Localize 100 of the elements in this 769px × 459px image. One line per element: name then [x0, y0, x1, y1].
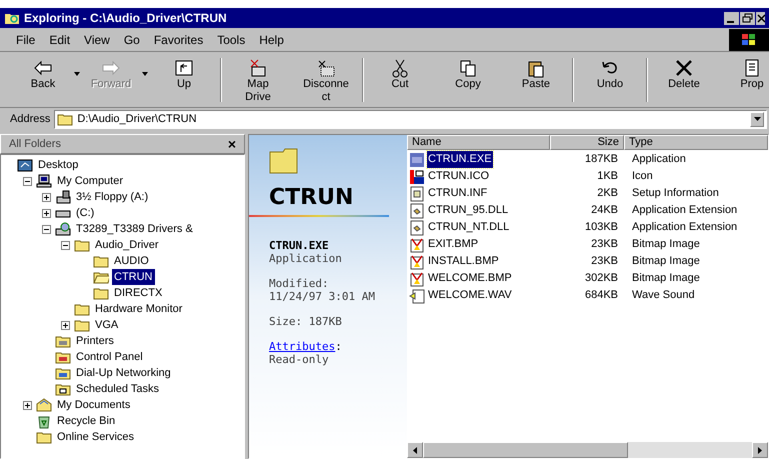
tree-item[interactable]: 3½ Floppy (A:) [74, 189, 150, 205]
collapse-icon[interactable] [61, 240, 70, 250]
up-icon [173, 58, 195, 78]
close-icon[interactable] [756, 12, 765, 24]
file-name-cell[interactable]: WELCOME.WAV [427, 287, 513, 304]
delete-icon [673, 58, 695, 78]
sound-file-icon [409, 288, 425, 304]
expand-icon[interactable] [61, 320, 70, 330]
computer-icon [36, 173, 52, 189]
file-name-cell[interactable]: CTRUN.EXE [427, 151, 493, 168]
dropdown-icon[interactable] [754, 117, 760, 121]
size-cell-text: 23KB [590, 254, 619, 270]
type-cell-text: Application Extension [631, 203, 738, 218]
size-cell-text: 187KB [584, 152, 619, 168]
size-cell-text: 103KB [584, 220, 619, 236]
paint-file-icon [409, 270, 425, 286]
expand-icon[interactable] [42, 208, 51, 218]
file-name-cell[interactable]: WELCOME.BMP [427, 270, 513, 287]
menu-item[interactable]: Help [259, 30, 284, 48]
paint-file-icon [409, 254, 425, 270]
tree-item[interactable]: My Computer [55, 173, 126, 189]
horizontal-scrollbar[interactable] [407, 442, 768, 458]
size-cell-text: 23KB [590, 237, 619, 252]
toolbar-button[interactable]: Up [150, 58, 218, 91]
documents-folder-icon [36, 397, 52, 413]
menu-item[interactable]: Favorites [154, 30, 204, 48]
program-icon [409, 152, 425, 168]
tree-item[interactable]: AUDIO [112, 253, 151, 269]
back-icon [32, 58, 54, 78]
column-header[interactable]: Name [407, 135, 550, 150]
tree-item[interactable]: Desktop [36, 157, 80, 173]
expand-icon[interactable] [42, 192, 51, 202]
library-file-icon [409, 220, 425, 236]
caret-icon[interactable] [74, 72, 80, 76]
file-name-cell[interactable]: EXIT.BMP [427, 236, 480, 253]
menu-item[interactable]: Go [124, 30, 140, 48]
tree-item[interactable]: Printers [74, 333, 116, 349]
menu-item[interactable]: Tools [217, 30, 246, 48]
toolbar-button[interactable]: Back [14, 58, 82, 91]
menu-item[interactable]: Edit [49, 30, 70, 48]
menu-item[interactable]: View [84, 30, 110, 48]
file-name-cell[interactable]: CTRUN.INF [427, 185, 488, 202]
toolbar-button[interactable]: Cut [366, 58, 434, 91]
explorer-icon [4, 11, 20, 25]
toolbar-button[interactable]: Undo [576, 58, 644, 91]
type-cell-text: Icon [631, 169, 653, 184]
folder-heading: CTRUN [269, 185, 354, 211]
close-pane-button[interactable]: × [228, 137, 236, 151]
type-cell-text: Setup Information [631, 186, 719, 202]
tree-item[interactable]: Hardware Monitor [93, 301, 184, 317]
toolbar-button[interactable]: Paste [502, 58, 570, 91]
paint-file-icon [409, 236, 425, 252]
column-header[interactable]: Size [550, 135, 624, 150]
scroll-left-icon[interactable] [413, 446, 417, 454]
toolbar-button[interactable]: Delete [650, 58, 718, 91]
type-cell-text: Wave Sound [631, 288, 695, 304]
address-label: Address [10, 112, 50, 127]
restore-icon[interactable] [740, 12, 755, 24]
type-cell-text: Bitmap Image [631, 271, 700, 286]
collapse-icon[interactable] [42, 224, 51, 234]
expand-icon[interactable] [23, 400, 32, 410]
attributes-value: Read-only [269, 353, 330, 366]
collapse-icon[interactable] [23, 176, 32, 186]
tree-item[interactable]: (C:) [74, 205, 96, 221]
attributes-link[interactable]: Attributes [269, 340, 336, 353]
tree-item[interactable]: DIRECTX [112, 285, 164, 301]
tree-item[interactable]: Online Services [55, 429, 136, 445]
file-name: CTRUN.EXE [269, 239, 330, 252]
colon-text: : [335, 340, 342, 353]
file-name-cell[interactable]: CTRUN_95.DLL [427, 202, 510, 219]
size-cell-text: 302KB [584, 271, 619, 286]
size-cell-text: 2KB [596, 186, 619, 202]
modified-date: 11/24/97 3:01 AM [269, 290, 376, 303]
file-size: Size: 187KB [269, 315, 343, 328]
type-cell-text: Bitmap Image [631, 237, 700, 252]
tree-item[interactable]: Recycle Bin [55, 413, 118, 429]
toolbar-button[interactable]: Disconne ct [292, 58, 360, 104]
tree-item[interactable]: T3289_T3389 Drivers & [74, 221, 195, 237]
desktop-icon [17, 157, 33, 173]
tree-item[interactable]: Scheduled Tasks [74, 381, 161, 397]
tree-item[interactable]: CTRUN [112, 269, 154, 285]
type-cell-text: Application Extension [631, 220, 738, 236]
scroll-right-icon[interactable] [758, 446, 762, 454]
type-cell-text: Application [631, 152, 686, 168]
file-name-cell[interactable]: CTRUN.ICO [427, 168, 490, 185]
file-name-cell[interactable]: INSTALL.BMP [427, 253, 500, 270]
toolbar-button[interactable]: Copy [434, 58, 502, 91]
tree-item[interactable]: Audio_Driver [93, 237, 161, 253]
minimize-icon[interactable] [724, 12, 739, 24]
tree-item[interactable]: My Documents [55, 397, 132, 413]
column-header[interactable]: Type [624, 135, 768, 150]
tree-item[interactable]: VGA [93, 317, 120, 333]
tree-item[interactable]: Control Panel [74, 349, 145, 365]
menu-item[interactable]: File [16, 30, 36, 48]
settings-file-icon [409, 186, 425, 202]
file-name-cell[interactable]: CTRUN_NT.DLL [427, 219, 510, 236]
toolbar-button[interactable]: Prop [718, 58, 769, 91]
tree-item[interactable]: Dial-Up Networking [74, 365, 173, 381]
toolbar-button[interactable]: Map Drive [224, 58, 292, 104]
address-field[interactable]: D:\Audio_Driver\CTRUN [54, 110, 767, 128]
